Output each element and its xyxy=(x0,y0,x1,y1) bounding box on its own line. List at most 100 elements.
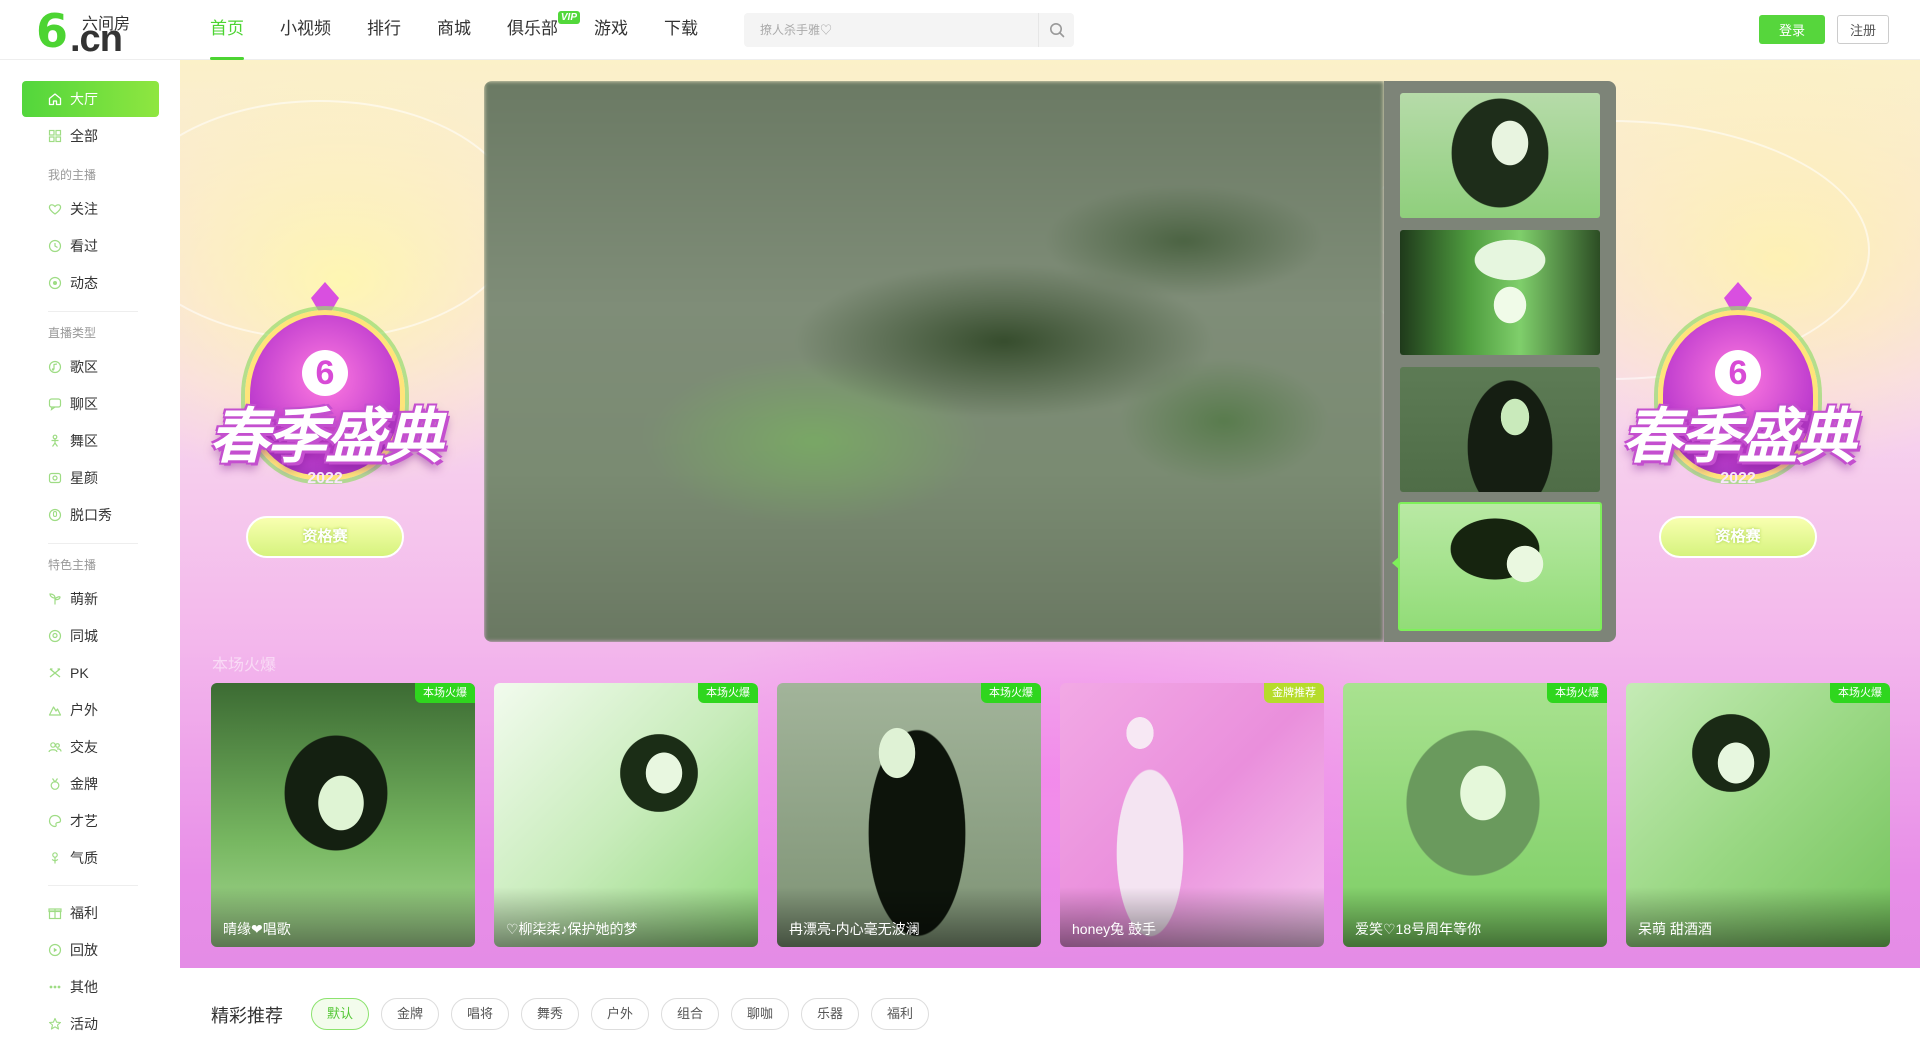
streamer-name: 晴缘❤唱歌 xyxy=(223,921,291,937)
streamer-card[interactable]: ♡柳柒柒♪保护她的梦 本场火爆 xyxy=(494,683,758,947)
nav-download[interactable]: 下载 xyxy=(664,0,698,60)
event-qualifier-button[interactable]: 资格赛 xyxy=(1659,516,1817,558)
event-title: 春季盛典 xyxy=(1622,402,1856,472)
sidebar-item-outdoor[interactable]: 户外 xyxy=(22,692,159,728)
sidebar-item-label: 萌新 xyxy=(70,591,98,607)
event-emblem-right[interactable]: 6 春季盛典 2022 资格赛 xyxy=(1603,282,1873,580)
search-box xyxy=(744,13,1074,47)
recommend-title: 精彩推荐 xyxy=(211,1006,283,1026)
sidebar-item-label: 才艺 xyxy=(70,813,98,829)
thumbnail-streamer[interactable] xyxy=(1400,367,1600,492)
card-tag: 本场火爆 xyxy=(415,683,475,703)
filter-chip-instruments[interactable]: 乐器 xyxy=(801,998,860,1030)
sidebar-item-nearby[interactable]: 同城 xyxy=(22,618,159,654)
sidebar-item-label: 交友 xyxy=(70,739,98,755)
sidebar-item-stars[interactable]: 星颜 xyxy=(22,460,159,496)
dance-icon xyxy=(51,434,59,447)
sidebar-divider xyxy=(48,885,138,886)
filter-chip-chat[interactable]: 聊咖 xyxy=(731,998,790,1030)
sidebar-item-label: 聊区 xyxy=(70,396,98,412)
logo-six: 6 xyxy=(36,4,69,58)
filter-chip-group[interactable]: 组合 xyxy=(661,998,720,1030)
streamer-card[interactable]: 呆萌 甜酒酒 本场火爆 xyxy=(1626,683,1890,947)
filter-chip-outdoor[interactable]: 户外 xyxy=(591,998,650,1030)
nav-label: 游戏 xyxy=(594,19,628,38)
streamer-card[interactable]: honey兔 鼓手 金牌推荐 xyxy=(1060,683,1324,947)
streamer-card[interactable]: 冉漂亮-内心毫无波澜 本场火爆 xyxy=(777,683,1041,947)
site-logo[interactable]: 6 六间房 .cn xyxy=(36,4,136,58)
sidebar-item-follow[interactable]: 关注 xyxy=(22,191,159,227)
sidebar-item-all[interactable]: 全部 xyxy=(22,118,159,154)
sidebar-item-events[interactable]: 活动 xyxy=(22,1006,159,1040)
filter-chip-welfare[interactable]: 福利 xyxy=(871,998,930,1030)
sidebar-item-hall[interactable]: 大厅 xyxy=(22,81,159,117)
friends-icon xyxy=(48,742,62,753)
filter-chip-default[interactable]: 默认 xyxy=(311,998,370,1030)
sidebar-item-gold[interactable]: 金牌 xyxy=(22,766,159,802)
nav-short-video[interactable]: 小视频 xyxy=(280,0,331,60)
filter-chip-singers[interactable]: 唱将 xyxy=(451,998,510,1030)
sidebar-item-label: 看过 xyxy=(70,238,98,254)
sidebar-item-welfare[interactable]: 福利 xyxy=(22,895,159,931)
register-button[interactable]: 注册 xyxy=(1837,15,1889,44)
login-button[interactable]: 登录 xyxy=(1759,15,1825,44)
streamer-card[interactable]: 爱笑♡18号周年等你 本场火爆 xyxy=(1343,683,1607,947)
nav-label: 排行 xyxy=(367,19,401,38)
hero-banner: 6 春季盛典 2022 资格赛 6 春季盛典 2022 资格赛 本场火爆 晴缘❤… xyxy=(180,60,1920,968)
sidebar-item-watched[interactable]: 看过 xyxy=(22,228,159,264)
event-qualifier-button[interactable]: 资格赛 xyxy=(246,516,404,558)
sidebar-item-talk-show[interactable]: 脱口秀 xyxy=(22,497,159,533)
medal-icon xyxy=(50,778,60,790)
sidebar-item-newbie[interactable]: 萌新 xyxy=(22,581,159,617)
sidebar-item-label: 金牌 xyxy=(70,776,98,792)
nav-home[interactable]: 首页 xyxy=(210,0,244,60)
sidebar-item-dating[interactable]: 交友 xyxy=(22,729,159,765)
streamer-card[interactable]: 晴缘❤唱歌 本场火爆 xyxy=(211,683,475,947)
nav-label: 首页 xyxy=(210,19,244,38)
nav-club[interactable]: 俱乐部 VIP xyxy=(507,0,580,60)
nav-mall[interactable]: 商城 xyxy=(437,0,471,60)
search-button[interactable] xyxy=(1038,13,1074,47)
logo-cn: .cn xyxy=(70,18,123,60)
thumbnail-streamer[interactable] xyxy=(1400,230,1600,355)
sidebar-item-label: 星颜 xyxy=(70,470,98,486)
thumbnail-streamer-selected[interactable] xyxy=(1398,502,1602,631)
sidebar-item-feed[interactable]: 动态 xyxy=(22,265,159,301)
live-video[interactable] xyxy=(484,81,1384,642)
sidebar-item-pk[interactable]: PK xyxy=(22,655,159,691)
heart-icon xyxy=(48,204,62,215)
sprout-icon xyxy=(49,593,61,605)
sidebar-item-talent[interactable]: 才艺 xyxy=(22,803,159,839)
event-emblem-left[interactable]: 6 春季盛典 2022 资格赛 xyxy=(190,282,460,580)
search-input[interactable] xyxy=(744,13,1038,47)
sidebar-item-dance[interactable]: 舞区 xyxy=(22,423,159,459)
nav-label: 下载 xyxy=(664,19,698,38)
activity-star-icon xyxy=(48,1017,62,1030)
nav-ranking[interactable]: 排行 xyxy=(367,0,401,60)
search-icon xyxy=(1049,23,1064,38)
top-header: 6 六间房 .cn 首页 小视频 排行 商城 俱乐部VIP 游戏 下载 登录 注… xyxy=(0,0,1920,60)
nav-label: 商城 xyxy=(437,19,471,38)
chat-icon xyxy=(48,398,62,411)
nav-games[interactable]: 游戏 xyxy=(594,0,628,60)
event-year: 2022 xyxy=(1720,470,1756,487)
card-tag: 本场火爆 xyxy=(981,683,1041,703)
sidebar-item-replay[interactable]: 回放 xyxy=(22,932,159,968)
sidebar-item-songs[interactable]: 歌区 xyxy=(22,349,159,385)
main-nav: 首页 小视频 排行 商城 俱乐部 VIP 游戏 下载 xyxy=(210,0,734,60)
sidebar-divider xyxy=(48,543,138,544)
sidebar-heading-features: 特色主播 xyxy=(48,558,97,572)
sidebar-item-label: 大厅 xyxy=(70,91,98,107)
sidebar-item-other[interactable]: 其他 xyxy=(22,969,159,1005)
sidebar: 大厅 全部 我的主播 关注 看过 动态 直播类型 歌区 聊区 舞区 星颜 脱口秀… xyxy=(0,60,180,1040)
event-year: 2022 xyxy=(307,470,343,487)
clock-icon xyxy=(48,239,62,253)
filter-chip-dance[interactable]: 舞秀 xyxy=(521,998,580,1030)
sidebar-item-elegance[interactable]: 气质 xyxy=(22,840,159,876)
filter-chip-gold[interactable]: 金牌 xyxy=(381,998,440,1030)
card-tag: 本场火爆 xyxy=(1547,683,1607,703)
sidebar-item-chat[interactable]: 聊区 xyxy=(22,386,159,422)
nav-label: 小视频 xyxy=(280,19,331,38)
sidebar-item-label: 活动 xyxy=(70,1016,98,1032)
thumbnail-streamer[interactable] xyxy=(1400,93,1600,218)
